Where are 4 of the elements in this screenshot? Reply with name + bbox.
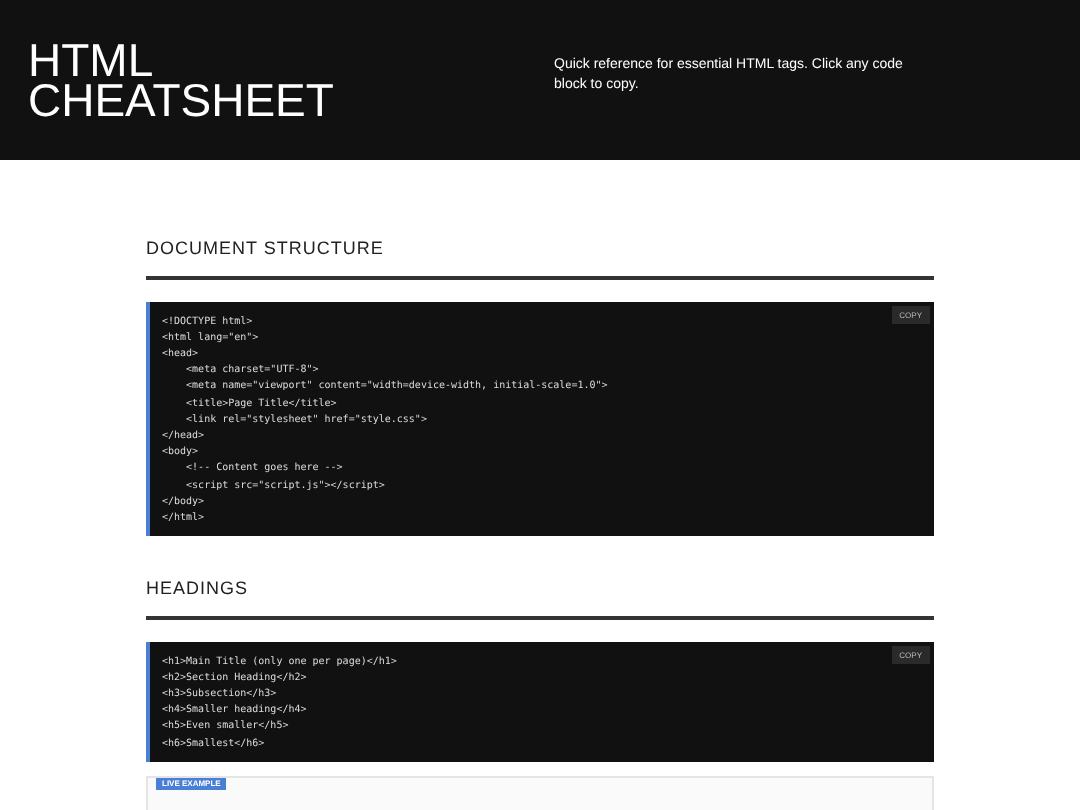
code-block[interactable] — [146, 301, 934, 537]
section-heading: HEADINGS — [146, 576, 934, 620]
section-heading: DOCUMENT STRUCTURE — [146, 236, 934, 279]
page-title: HTML CHEATSHEET — [28, 40, 336, 120]
